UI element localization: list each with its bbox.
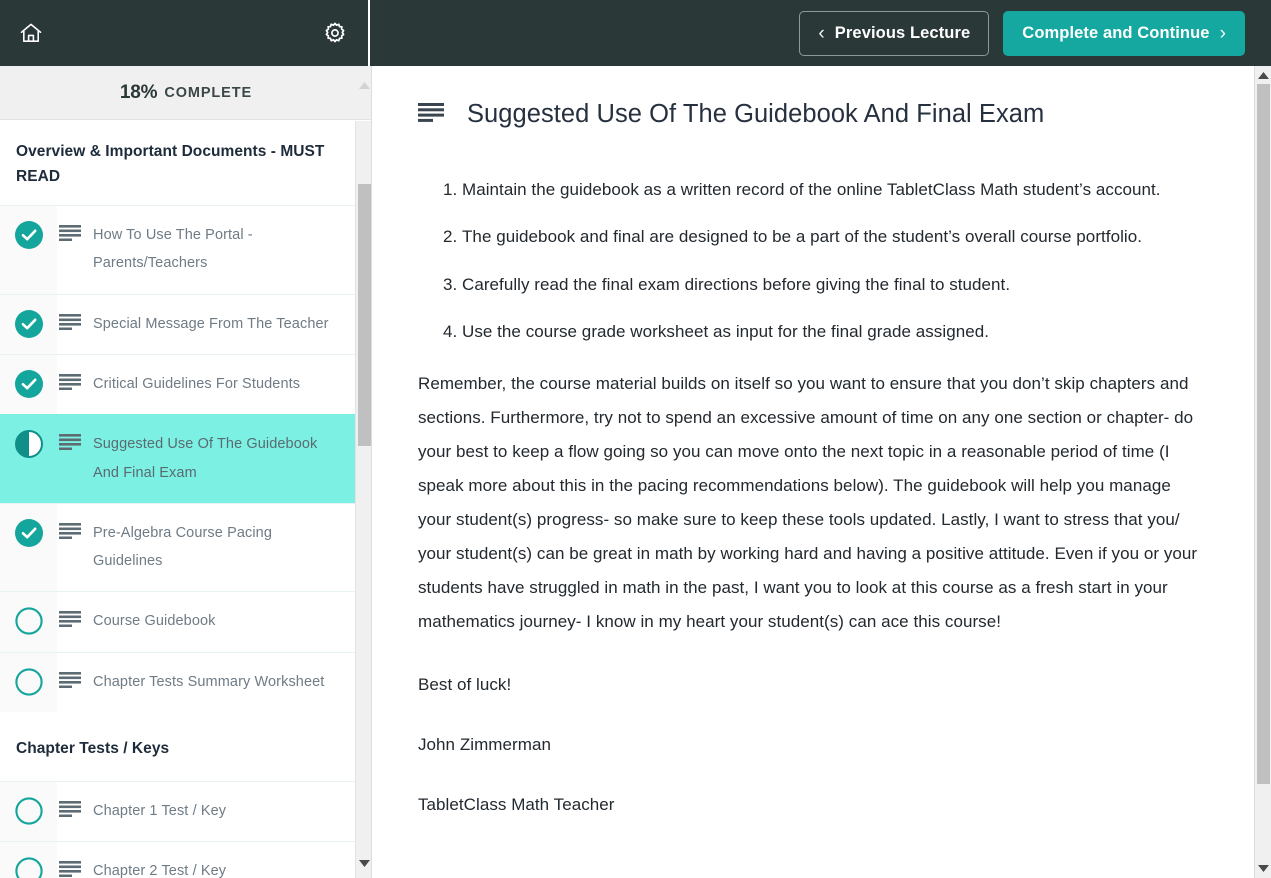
lecture-item-label: Chapter 1 Test / Key [93,802,227,819]
lecture-nav: ‹ Previous Lecture Complete and Continue… [370,0,1271,66]
lecture-status-icon[interactable] [0,653,57,709]
lecture-item-body[interactable]: How To Use The Portal - Parents/Teachers [57,206,355,294]
lecture-item-body[interactable]: Course Guidebook [57,592,355,652]
status-in-progress-icon [14,430,43,459]
page-scrollbar[interactable] [1254,66,1271,878]
lecture-author: John Zimmerman [418,735,551,755]
status-incomplete-icon [14,857,43,878]
sidebar-scroll-down-icon[interactable] [356,855,371,872]
sidebar-lecture-item[interactable]: Chapter 2 Test / Key [0,841,355,878]
lecture-header: Suggested Use Of The Guidebook And Final… [418,100,1208,129]
sidebar-lecture-item[interactable]: Suggested Use Of The Guidebook And Final… [0,414,355,503]
lecture-status-icon[interactable] [0,842,57,878]
gear-icon[interactable] [320,18,350,48]
page-scroll-up-icon[interactable] [1255,67,1271,84]
lecture-item-label: Chapter 2 Test / Key [93,863,227,878]
lecture-item-label: Suggested Use Of The Guidebook And Final… [93,436,318,481]
section-title: Overview & Important Documents - MUST RE… [0,121,355,206]
page-scroll-down-icon[interactable] [1255,860,1271,877]
guidance-list-item: Carefully read the final exam directions… [462,272,1208,298]
sidebar-lecture-item[interactable]: Special Message From The Teacher [0,293,355,355]
guidance-list: Maintain the guidebook as a written reco… [418,177,1208,345]
lecture-status-icon[interactable] [0,355,57,411]
curriculum-list[interactable]: Overview & Important Documents - MUST RE… [0,121,355,878]
section-title: Chapter Tests / Keys [0,711,355,781]
previous-lecture-label: Previous Lecture [834,23,971,42]
text-lines-icon [59,434,81,451]
status-complete-icon [14,221,43,250]
course-sidebar: 18% COMPLETE Overview & Important Docume… [0,66,372,878]
text-lines-icon [59,522,81,539]
sidebar-lecture-item[interactable]: How To Use The Portal - Parents/Teachers [0,205,355,294]
lecture-item-body[interactable]: Critical Guidelines For Students [57,355,355,415]
text-lines-icon [59,225,81,242]
lecture-item-body[interactable]: Special Message From The Teacher [57,294,355,355]
text-lines-icon [59,313,81,330]
lecture-item-body[interactable]: Suggested Use Of The Guidebook And Final… [57,415,355,503]
lecture-item-label: Pre-Algebra Course Pacing Guidelines [93,524,273,570]
complete-and-continue-button[interactable]: Complete and Continue › [1003,10,1245,56]
lecture-item-label: Special Message From The Teacher [93,315,329,332]
lecture-item-body[interactable]: Chapter 2 Test / Key [57,842,355,878]
lecture-status-icon[interactable] [0,415,57,471]
sidebar-header [0,0,370,66]
sidebar-lecture-item[interactable]: Chapter Tests Summary Worksheet [0,651,355,712]
sidebar-lecture-item[interactable]: Pre-Algebra Course Pacing Guidelines [0,502,355,592]
chevron-right-icon: › [1219,22,1226,44]
lecture-status-icon[interactable] [0,782,57,838]
guidance-list-item: Use the course grade worksheet as input … [462,319,1208,345]
text-lines-icon [59,611,81,628]
progress-indicator: 18% COMPLETE [0,66,371,120]
lecture-author-title: TabletClass Math Teacher [418,795,615,815]
text-lines-icon [59,861,81,878]
lecture-closing: Best of luck! [418,675,512,695]
sidebar-lecture-item[interactable]: Chapter 1 Test / Key [0,780,355,842]
chevron-left-icon: ‹ [818,22,825,44]
lecture-item-label: Chapter Tests Summary Worksheet [93,673,325,690]
lecture-status-icon[interactable] [0,592,57,648]
lecture-item-body[interactable]: Pre-Algebra Course Pacing Guidelines [57,503,355,592]
lecture-item-label: Course Guidebook [93,613,216,630]
lecture-status-icon[interactable] [0,504,57,560]
guidance-list-item: The guidebook and final are designed to … [462,224,1208,250]
text-lines-icon [418,102,444,127]
text-lines-icon [59,374,81,391]
sidebar-scroll-up-icon[interactable] [356,77,371,94]
status-complete-icon [14,518,43,547]
sidebar-lecture-item[interactable]: Course Guidebook [0,591,355,652]
status-incomplete-icon [14,797,43,825]
sidebar-scrollbar[interactable] [355,82,371,878]
lecture-status-icon[interactable] [0,206,57,262]
progress-label: COMPLETE [164,84,253,101]
lecture-paragraph: Remember, the course material builds on … [418,374,1198,632]
lecture-item-label: How To Use The Portal - Parents/Teachers [93,227,253,272]
lecture-item-body[interactable]: Chapter Tests Summary Worksheet [57,652,355,712]
text-lines-icon [59,671,81,688]
sidebar-lecture-item[interactable]: Critical Guidelines For Students [0,354,355,415]
top-bar: ‹ Previous Lecture Complete and Continue… [0,0,1271,66]
status-incomplete-icon [14,667,43,696]
status-incomplete-icon [14,607,43,635]
home-icon[interactable] [16,18,46,48]
status-complete-icon [14,370,43,399]
sidebar-scrollbar-thumb[interactable] [358,184,371,446]
lecture-article: Maintain the guidebook as a written reco… [418,177,1208,822]
complete-and-continue-label: Complete and Continue [1022,23,1210,42]
page-title: Suggested Use Of The Guidebook And Final… [467,100,1045,128]
text-lines-icon [59,800,81,817]
lecture-content: Suggested Use Of The Guidebook And Final… [372,66,1254,878]
guidance-list-item: Maintain the guidebook as a written reco… [462,177,1208,203]
previous-lecture-button[interactable]: ‹ Previous Lecture [799,10,990,56]
lecture-item-body[interactable]: Chapter 1 Test / Key [57,781,355,842]
page-scrollbar-thumb[interactable] [1257,84,1270,784]
progress-percent: 18% [119,81,158,103]
lecture-item-label: Critical Guidelines For Students [93,376,301,393]
lecture-status-icon[interactable] [0,295,57,351]
status-complete-icon [14,309,43,338]
